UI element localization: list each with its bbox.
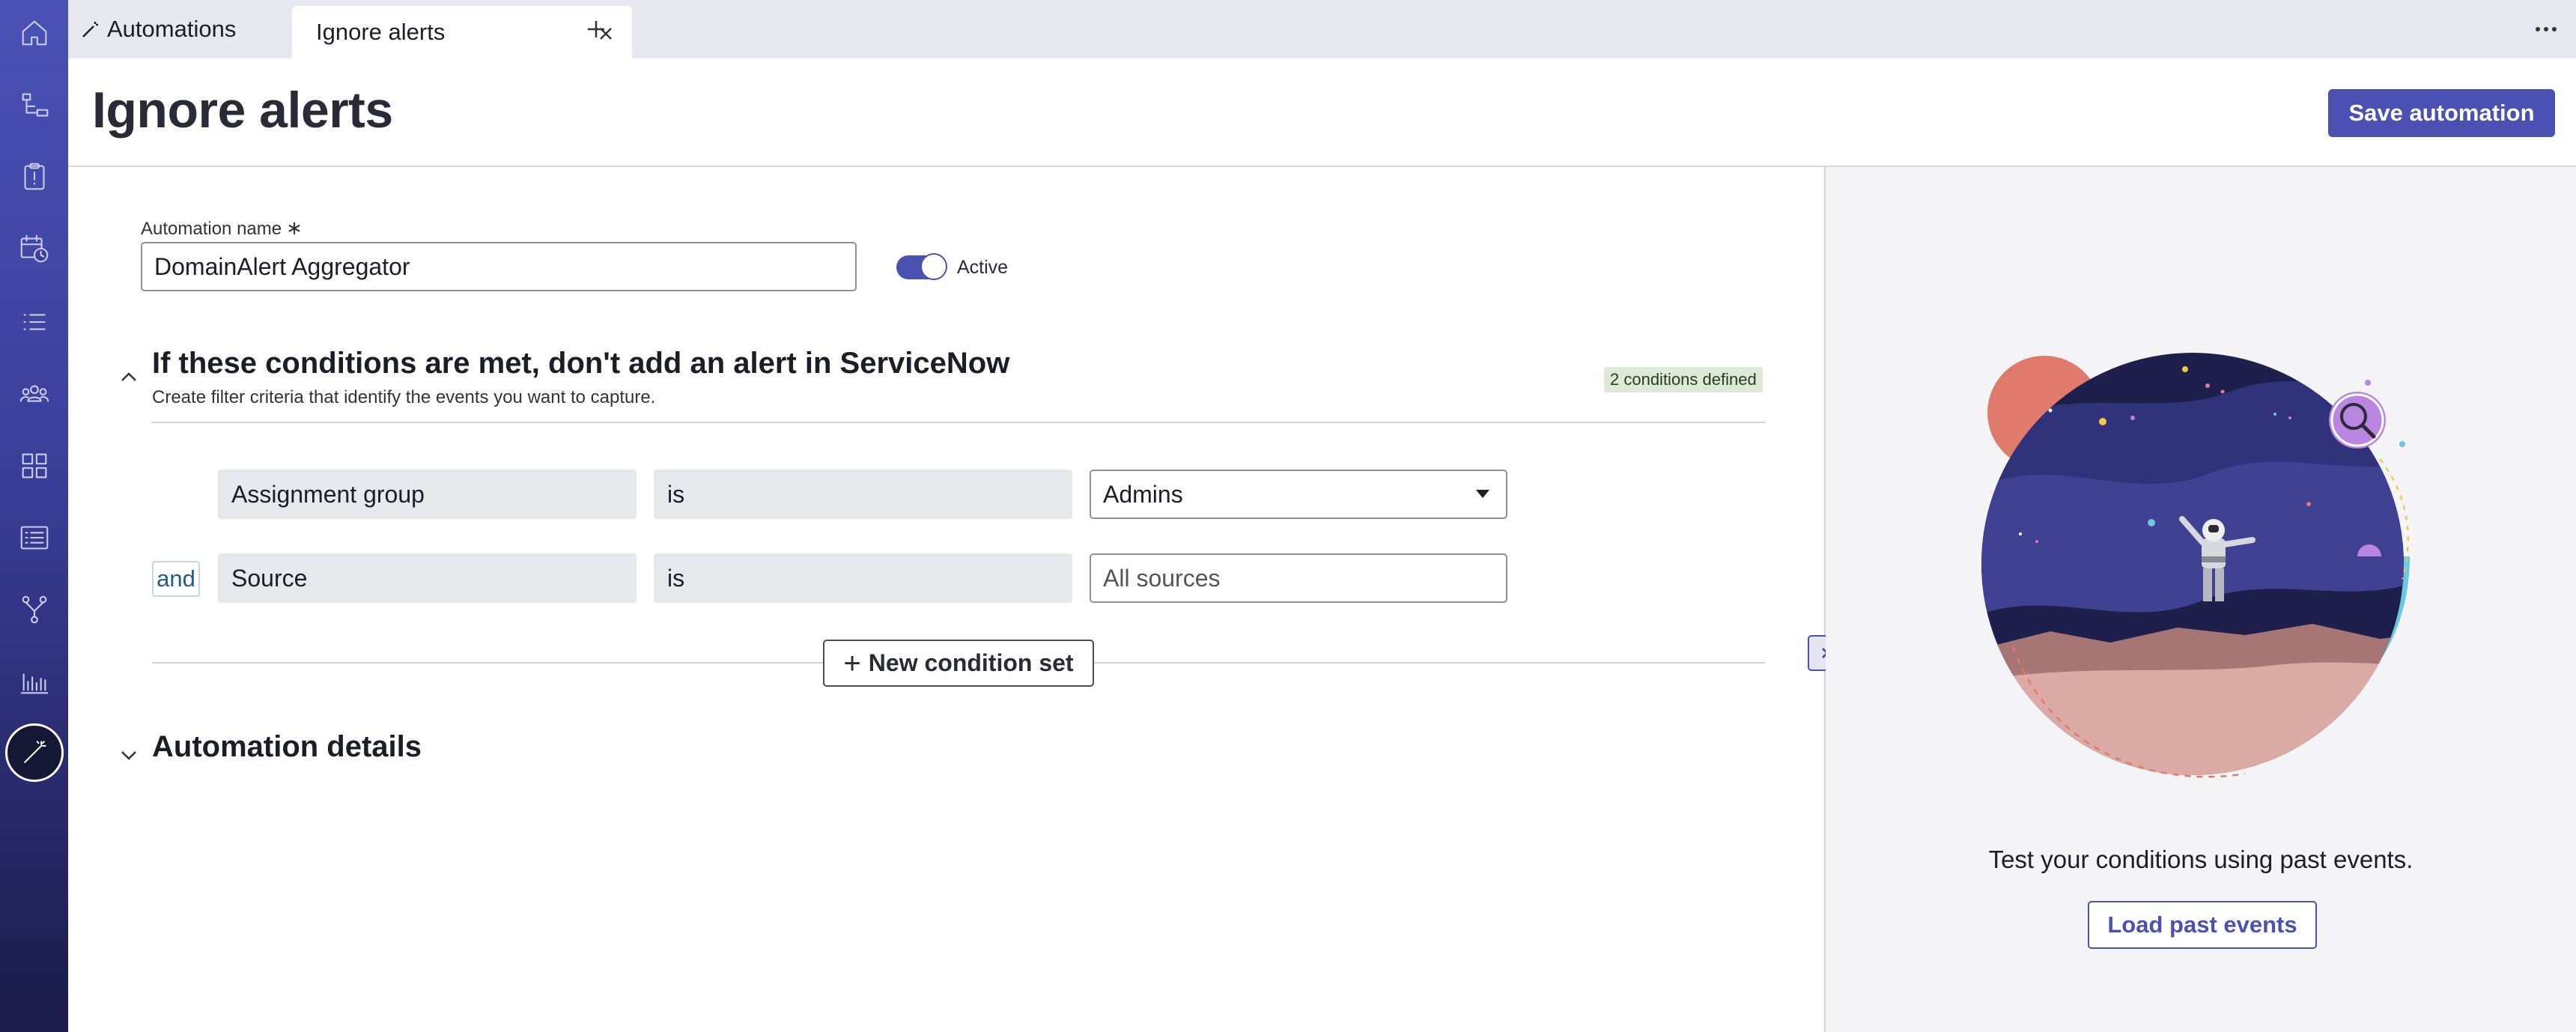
- required-icon: ∗: [286, 216, 303, 239]
- condition-row: and Source is All sources: [68, 553, 1824, 603]
- automation-name-input[interactable]: [141, 242, 857, 291]
- active-label: Active: [957, 257, 1009, 278]
- condition-value-input[interactable]: All sources: [1090, 553, 1507, 603]
- tab-bar: Automations Ignore alerts: [68, 0, 2576, 58]
- plus-icon: +: [843, 646, 861, 680]
- load-past-events-button[interactable]: Load past events: [2088, 901, 2317, 949]
- calendar-clock-icon[interactable]: [0, 219, 68, 279]
- new-condition-set-button[interactable]: + New condition set: [823, 640, 1094, 687]
- condition-value-dropdown[interactable]: Admins: [1090, 470, 1507, 519]
- test-conditions-prompt: Test your conditions using past events.: [1988, 846, 2414, 873]
- test-panel: Test your conditions using past events. …: [1826, 167, 2576, 1032]
- chevron-up-icon[interactable]: [118, 366, 140, 389]
- more-options-icon[interactable]: [2531, 16, 2561, 42]
- branch-icon[interactable]: [0, 580, 68, 640]
- condition-row: Assignment group is Admins: [68, 470, 1824, 519]
- condition-value-text: Admins: [1103, 480, 1183, 508]
- tab-automations-label: Automations: [107, 16, 237, 42]
- new-condition-set-label: New condition set: [868, 649, 1074, 676]
- automation-form: Automation name∗ Active If these conditi…: [68, 167, 1824, 1032]
- condition-field-select[interactable]: Source: [218, 553, 637, 603]
- caret-down-icon: [1476, 490, 1489, 498]
- bar-chart-icon[interactable]: [0, 652, 68, 711]
- clipboard-alert-icon[interactable]: [0, 147, 68, 207]
- divider: [152, 422, 1765, 423]
- magic-wand-icon: [82, 22, 98, 37]
- toggle-knob: [920, 253, 947, 280]
- tab-ignore-alerts[interactable]: Ignore alerts: [292, 6, 632, 58]
- list-icon[interactable]: [0, 292, 68, 352]
- chevron-down-icon[interactable]: [118, 744, 140, 766]
- conditions-section-subtitle: Create filter criteria that identify the…: [152, 387, 656, 407]
- automation-name-label-text: Automation name: [141, 219, 282, 239]
- active-toggle[interactable]: [896, 253, 947, 280]
- left-nav-rail: [0, 0, 68, 1032]
- save-automation-button[interactable]: Save automation: [2328, 89, 2555, 137]
- magic-wand-icon: [4, 723, 64, 782]
- condition-field-select[interactable]: Assignment group: [218, 470, 637, 519]
- automation-details-title[interactable]: Automation details: [152, 730, 422, 764]
- condition-operator-select[interactable]: is: [654, 470, 1072, 519]
- automations-nav-item[interactable]: [0, 723, 68, 783]
- page-title: Ignore alerts: [92, 82, 393, 139]
- home-icon[interactable]: [0, 3, 68, 63]
- conditions-section-title: If these conditions are met, don't add a…: [152, 347, 1010, 380]
- tab-automations[interactable]: Automations: [80, 0, 282, 58]
- add-tab-icon[interactable]: [582, 15, 612, 45]
- tab-ignore-alerts-label: Ignore alerts: [316, 19, 446, 45]
- and-connector[interactable]: and: [152, 561, 200, 597]
- condition-operator-select[interactable]: is: [654, 553, 1072, 603]
- automation-name-label: Automation name ∗: [141, 216, 303, 240]
- astronaut-illustration: [1981, 353, 2410, 778]
- workflow-icon[interactable]: [0, 76, 68, 136]
- grid-icon[interactable]: [0, 436, 68, 496]
- page-header: Ignore alerts Save automation: [68, 58, 2576, 167]
- team-icon[interactable]: [0, 364, 68, 424]
- conditions-count-badge: 2 conditions defined: [1604, 367, 1763, 392]
- list-box-icon[interactable]: [0, 508, 68, 568]
